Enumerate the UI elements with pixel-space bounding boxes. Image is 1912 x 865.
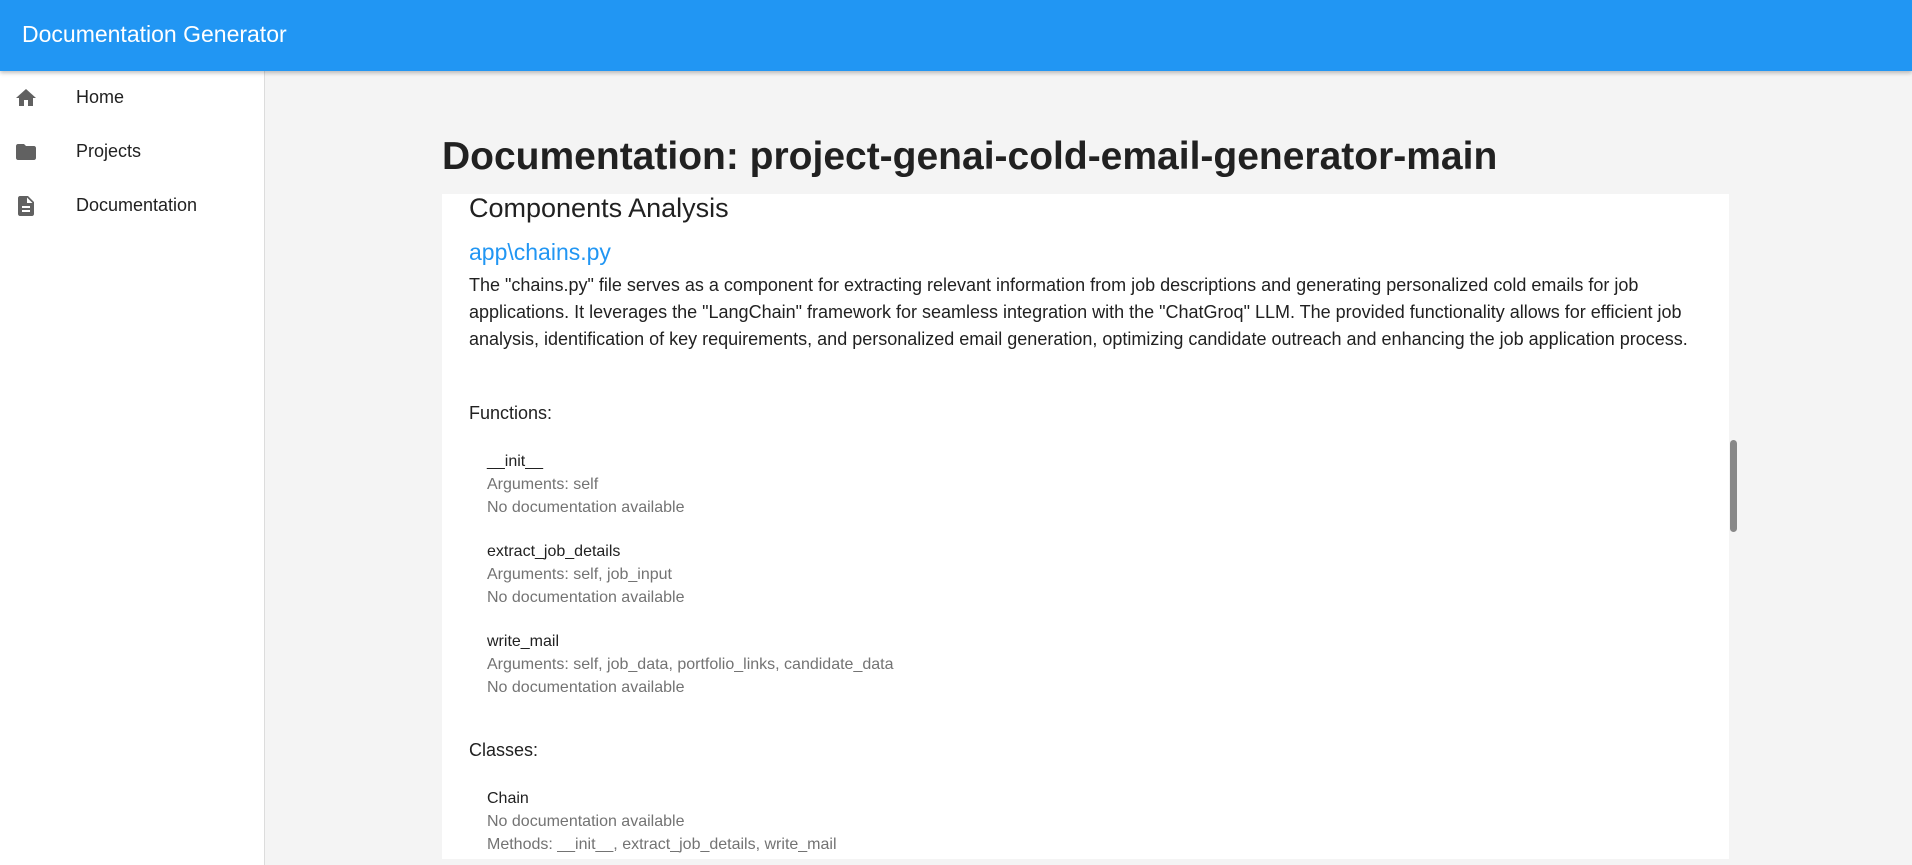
sidebar-item-home[interactable]: Home — [0, 71, 264, 125]
home-icon — [16, 89, 36, 106]
function-name: extract_job_details — [487, 543, 621, 560]
function-item: write_mail Arguments: self, job_data, po… — [487, 630, 893, 699]
function-name: write_mail — [487, 633, 560, 650]
function-doc: No documentation available — [487, 679, 685, 696]
app-title: Documentation Generator — [22, 21, 287, 47]
sidebar-item-documentation[interactable]: Documentation — [0, 179, 264, 233]
class-name: Chain — [487, 790, 529, 807]
file-description: The "chains.py" file serves as a compone… — [469, 275, 1688, 349]
sidebar-item-projects[interactable]: Projects — [0, 125, 264, 179]
function-arguments: Arguments: self, job_data, portfolio_lin… — [487, 656, 894, 673]
section-title: Components Analysis — [469, 194, 729, 223]
sidebar: Home Projects Documentation — [0, 71, 265, 865]
file-link[interactable]: app\chains.py — [469, 239, 611, 266]
scrollbar-thumb[interactable] — [1730, 440, 1737, 532]
class-item: Chain No documentation available Methods… — [487, 787, 837, 856]
sidebar-item-label: Documentation — [76, 195, 198, 215]
function-item: __init__ Arguments: self No documentatio… — [487, 450, 684, 519]
functions-heading: Functions: — [469, 403, 553, 423]
classes-heading: Classes: — [469, 740, 539, 760]
function-name: __init__ — [487, 453, 544, 470]
sidebar-item-label: Home — [76, 87, 125, 107]
class-methods: Methods: __init__, extract_job_details, … — [487, 836, 837, 853]
folder-icon — [16, 144, 36, 160]
function-arguments: Arguments: self, job_input — [487, 566, 672, 583]
sidebar-item-label: Projects — [76, 141, 142, 161]
function-arguments: Arguments: self — [487, 476, 599, 493]
function-doc: No documentation available — [487, 499, 685, 516]
function-item: extract_job_details Arguments: self, job… — [487, 540, 684, 609]
function-doc: No documentation available — [487, 589, 685, 606]
document-icon — [18, 196, 34, 216]
components-card: Components Analysis app\chains.py The "c… — [442, 194, 1729, 859]
class-doc: No documentation available — [487, 813, 685, 830]
app-bar: Documentation Generator — [0, 0, 1912, 71]
page-title: Documentation: project-genai-cold-email-… — [442, 135, 1498, 178]
